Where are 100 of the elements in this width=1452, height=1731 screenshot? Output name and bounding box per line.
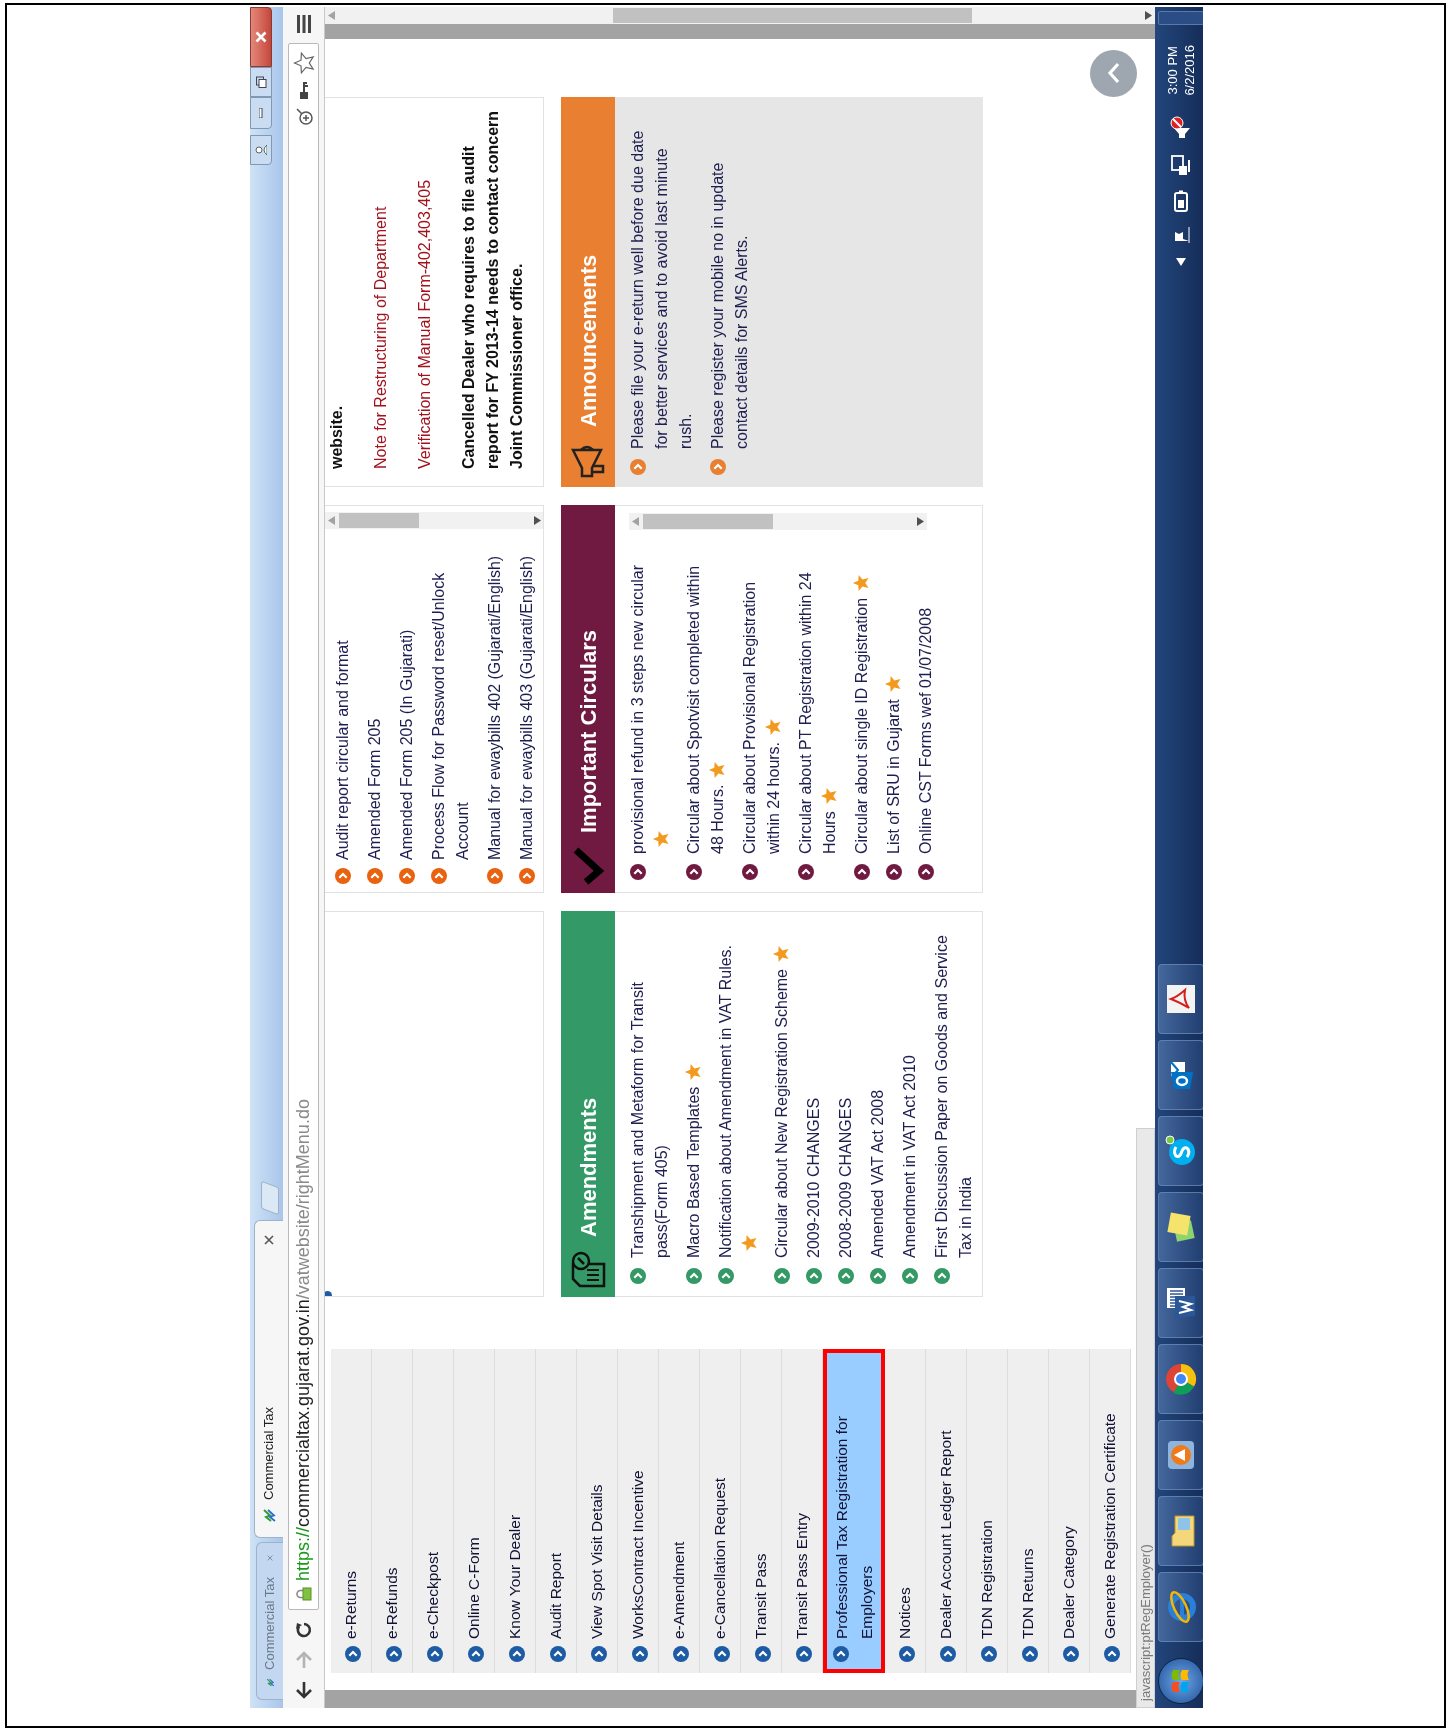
down-arrow-icon[interactable] [1145, 11, 1152, 20]
document-link[interactable]: Audit report circular and format [331, 542, 355, 860]
menu-item[interactable]: Generate Registration Certificate [1090, 1349, 1131, 1673]
chevron-bullet-icon [431, 868, 447, 884]
menu-item[interactable]: Dealer Category [1049, 1349, 1090, 1673]
document-link[interactable]: First Discussion Paper on Goods and Service Tax in India [930, 928, 978, 1258]
chevron-up-icon [1106, 62, 1121, 85]
taskbar-button[interactable] [1157, 964, 1203, 1034]
document-link[interactable]: Transhipment and Metaform for Transit pass(Form 405) [626, 928, 674, 1258]
document-link[interactable]: Circular about Provisional Registration within 24 hours. [738, 549, 786, 854]
notice-link[interactable]: Note for Restructuring of Department [369, 107, 393, 469]
address-field[interactable]: https://commercialtax.gujarat.gov.in/vatwebsite/rightMenu.do [288, 43, 319, 1610]
vertical-scrollbar[interactable] [629, 513, 927, 530]
menu-icon[interactable] [295, 15, 312, 33]
chevron-bullet-icon [854, 864, 870, 880]
volume-muted-icon[interactable] [1169, 115, 1192, 140]
document-link[interactable]: provisional refund in 3 steps new circular [626, 549, 674, 854]
notice-text: Cancelled Dealer who requires to file audit report for FY 2013-14 needs to contact concern Joint Commissioner office. [459, 109, 526, 469]
clock-date[interactable]: 6/2/2016 [1180, 45, 1198, 96]
document-link[interactable]: 2009-2010 CHANGES [802, 928, 826, 1258]
menu-item[interactable]: e-Cancellation Request [700, 1349, 741, 1673]
zoom-icon[interactable] [293, 106, 314, 126]
document-link[interactable]: Notification about Amendment in VAT Rules. [714, 928, 762, 1258]
chevron-bullet-icon [981, 1646, 997, 1662]
menu-item[interactable]: Dealer Account Ledger Report [926, 1349, 967, 1673]
taskbar-button[interactable] [1157, 1116, 1203, 1186]
menu-item[interactable]: e-Returns [331, 1349, 372, 1673]
document-link[interactable]: Manual for ewaybills 403 (Gujarati/English) [515, 542, 539, 860]
chevron-bullet-icon [686, 864, 702, 880]
chevron-bullet-icon [630, 1268, 646, 1284]
profile-button[interactable] [250, 135, 272, 165]
chevron-bullet-icon [774, 1268, 790, 1284]
menu-item[interactable]: Professional Tax Registration for Employers [823, 1349, 885, 1673]
taskbar-button[interactable] [1157, 1344, 1203, 1414]
back-icon[interactable] [294, 1680, 313, 1700]
taskbar-button[interactable] [1157, 1496, 1203, 1566]
chevron-bullet-icon [386, 1646, 402, 1662]
document-link[interactable]: Circular about PT Registration within 24 Hours [794, 549, 842, 854]
scrollbar-thumb[interactable] [643, 514, 773, 529]
taskbar-button[interactable] [1157, 1040, 1203, 1110]
menu-item[interactable]: e-Checkpost [413, 1349, 454, 1673]
down-arrow-icon[interactable] [917, 517, 924, 526]
windows-flag-icon [1169, 1669, 1192, 1693]
close-icon[interactable] [264, 1235, 274, 1245]
announcement-text: Please file your e-return well before due date for better services and to avoid last minute rush. [628, 129, 695, 449]
document-link[interactable]: Circular about single ID Registration [850, 549, 874, 854]
network-icon[interactable] [1170, 153, 1191, 176]
menu-item[interactable]: Transit Pass [741, 1349, 782, 1673]
document-link[interactable]: Amended VAT Act 2008 [866, 928, 890, 1258]
menu-item[interactable]: e-Refunds [372, 1349, 413, 1673]
chevron-bullet-icon [755, 1646, 771, 1662]
menu-item[interactable]: Notices [885, 1349, 926, 1673]
menu-item[interactable]: TDN Returns [1008, 1349, 1049, 1673]
chevron-bullet-icon [550, 1646, 566, 1662]
chevron-bullet-icon [710, 459, 726, 475]
notice-link[interactable]: Verification of Manual Form-402,403,405 [413, 107, 437, 469]
document-link[interactable]: Amended Form 205 (In Gujarati) [395, 542, 419, 860]
document-link[interactable]: 2008-2009 CHANGES [834, 928, 858, 1258]
star-outline-icon[interactable] [292, 52, 315, 74]
close-button[interactable] [250, 7, 272, 67]
chevron-bullet-icon [519, 868, 535, 884]
clock-time[interactable]: 3:00 PM [1163, 46, 1181, 95]
document-link[interactable]: List of SRU in Gujarat [882, 549, 906, 854]
person-icon [255, 144, 267, 156]
taskbar-button[interactable] [1157, 1572, 1203, 1642]
show-hidden-icons-icon[interactable] [1175, 257, 1186, 266]
document-link[interactable]: Amended Form 205 [363, 542, 387, 860]
reload-icon[interactable] [293, 1620, 314, 1640]
chevron-bullet-icon [934, 1268, 950, 1284]
chevron-bullet-icon [468, 1646, 484, 1662]
page-scrollbar[interactable] [325, 7, 1155, 24]
maximize-button[interactable] [250, 67, 272, 97]
document-link[interactable]: Online CST Forms wef 01/07/2008 [914, 549, 938, 854]
start-button[interactable] [1157, 1658, 1203, 1704]
scrollbar-thumb[interactable] [339, 513, 419, 528]
menu-item[interactable]: TDN Registration [967, 1349, 1008, 1673]
document-link[interactable]: Circular about New Registration Scheme [770, 928, 794, 1258]
taskbar-button[interactable] [1157, 1420, 1203, 1490]
menu-item[interactable]: View Spot Visit Details [577, 1349, 618, 1673]
down-arrow-icon[interactable] [534, 516, 541, 525]
scrollbar-thumb[interactable] [613, 8, 972, 23]
chevron-bullet-icon [335, 868, 351, 884]
menu-item[interactable]: e-Amendment [659, 1349, 700, 1673]
document-link[interactable]: Process Flow for Password reset/Unlock Account [427, 542, 475, 860]
document-link[interactable]: Circular about Spotvisit completed within 48 Hours. [682, 549, 730, 854]
browser-tab[interactable]: Commercial Tax [254, 1220, 283, 1538]
chevron-bullet-icon [630, 459, 646, 475]
battery-icon[interactable] [1173, 189, 1188, 212]
document-link[interactable]: Amendment in VAT Act 2010 [898, 928, 922, 1258]
document-link[interactable]: Macro Based Templates [682, 928, 706, 1258]
chevron-bullet-icon [940, 1646, 956, 1662]
menu-item[interactable]: Online C-Form [454, 1349, 495, 1673]
vertical-scrollbar[interactable] [325, 512, 544, 529]
pdf-icon [1164, 982, 1197, 1016]
taskbar-button[interactable] [1157, 1192, 1203, 1262]
document-link[interactable]: Manual for ewaybills 402 (Gujarati/English) [483, 542, 507, 860]
taskbar-button[interactable] [1157, 1268, 1203, 1338]
menu-item[interactable]: Know Your Dealer [495, 1349, 536, 1673]
menu-item[interactable]: Audit Report [536, 1349, 577, 1673]
menu-item[interactable]: WorksContract Incentive [618, 1349, 659, 1673]
